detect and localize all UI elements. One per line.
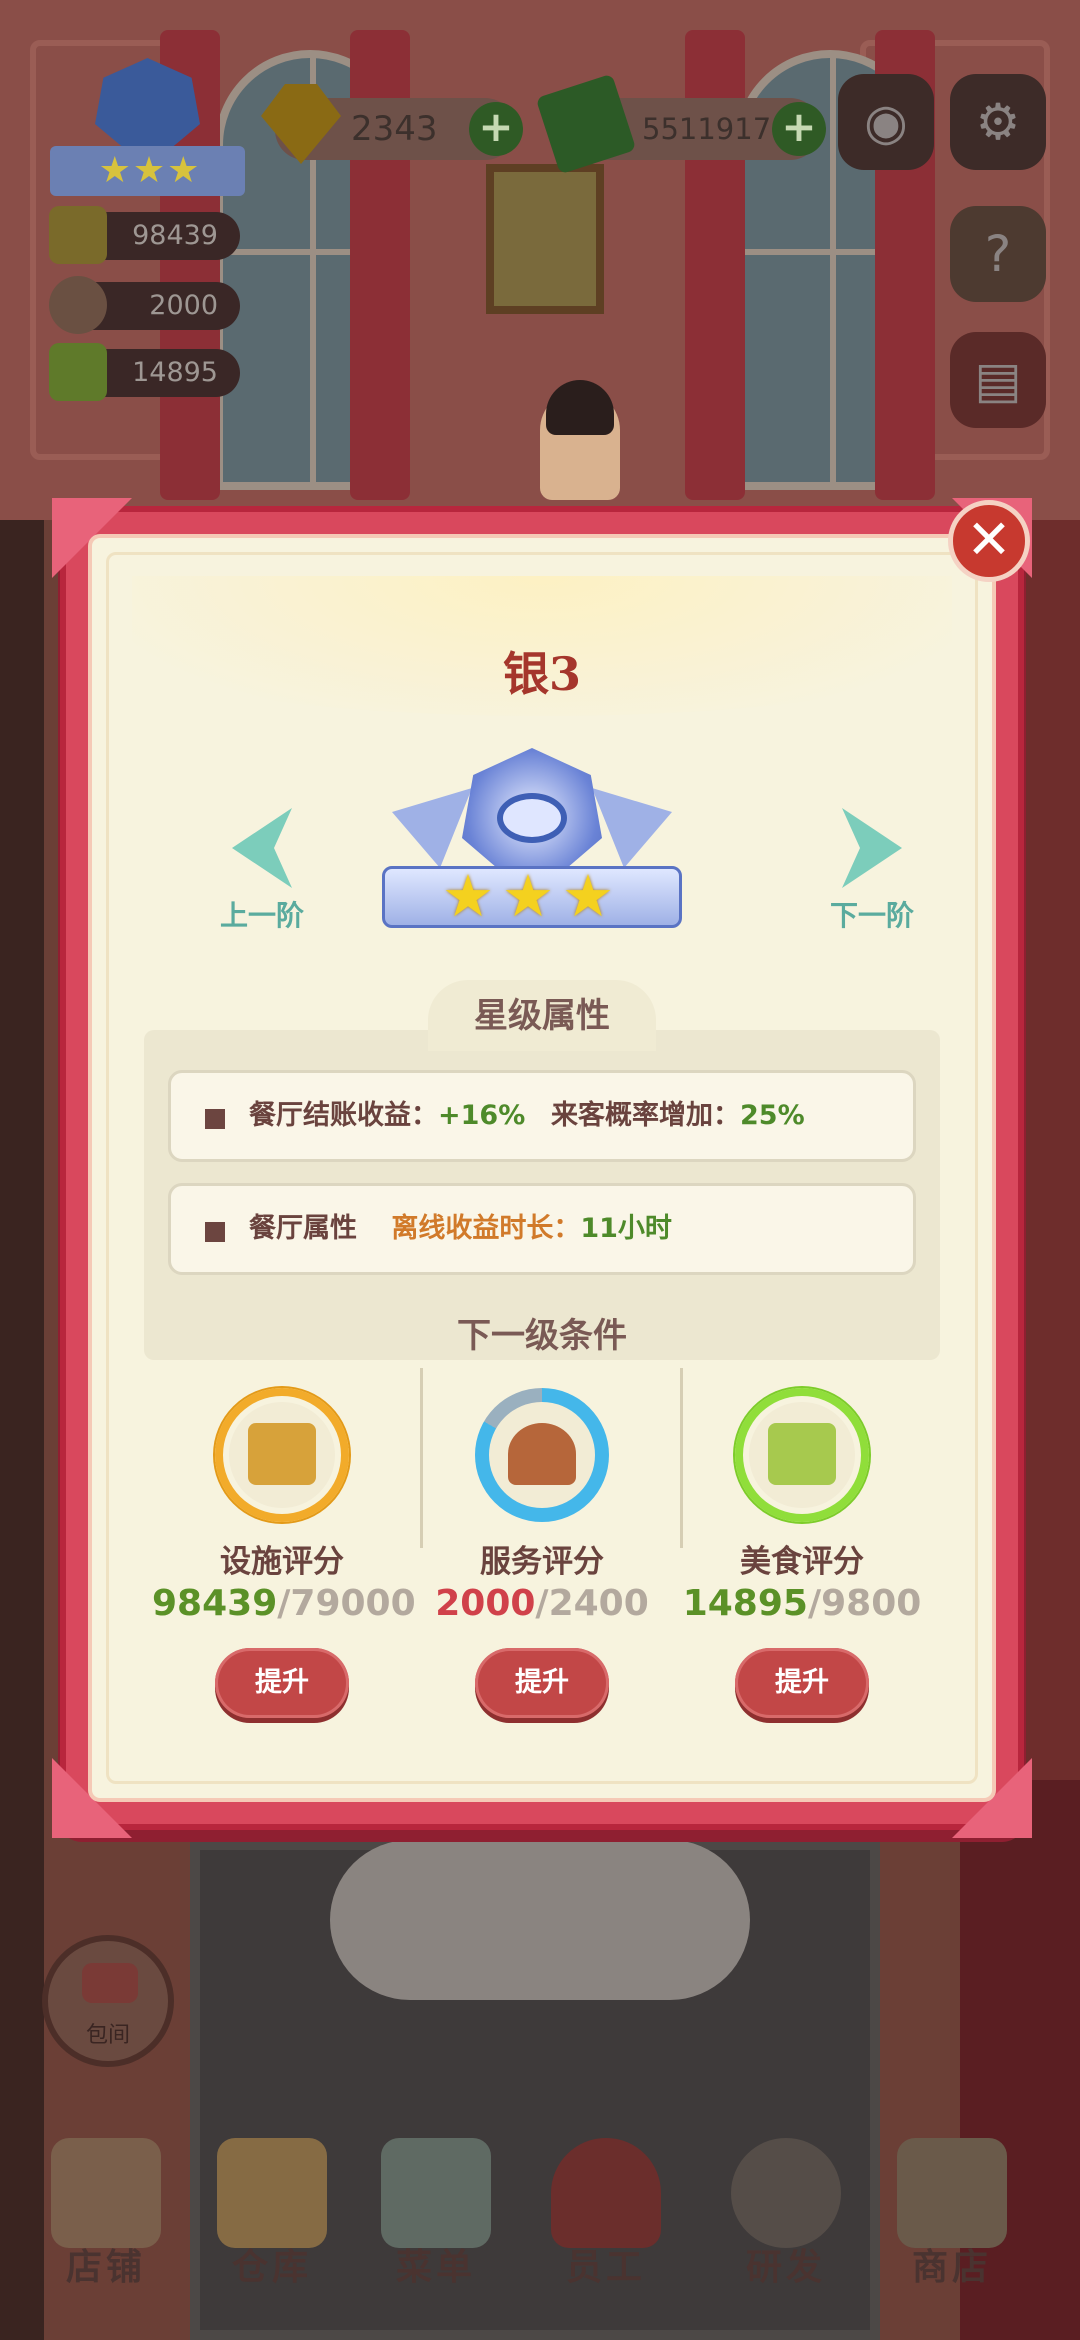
recipe-book-icon: ▤ <box>974 351 1022 409</box>
book-question-icon: ? <box>984 225 1012 283</box>
close-button[interactable]: ✕ <box>948 500 1030 582</box>
gear-icon: ⚙ <box>975 93 1021 151</box>
offline-duration-label: 离线收益时长： <box>391 1213 581 1244</box>
upgrade-facility-button[interactable]: 提升 <box>215 1648 349 1718</box>
chevron-left-icon <box>232 808 292 888</box>
recipe-book-button[interactable]: ▤ <box>950 332 1046 428</box>
facility-icon <box>49 206 107 264</box>
chef-icon <box>551 2138 661 2248</box>
storefront-icon <box>51 2138 161 2248</box>
customer-rate-label: 来客概率增加： <box>551 1100 740 1131</box>
food-score-pill: 14895 <box>49 343 240 401</box>
rank-details-dialog: 银3 上一阶 ★★★ 下一阶 星级属性 餐厅结账收益：+16% 来客概率增加：2… <box>52 498 1032 1838</box>
upgrade-service-button[interactable]: 提升 <box>475 1648 609 1718</box>
close-icon: ✕ <box>966 508 1012 571</box>
service-ring <box>475 1388 609 1522</box>
bullet-icon <box>205 1109 225 1129</box>
boxes-icon <box>217 2138 327 2248</box>
dining-table[interactable] <box>330 1840 750 2000</box>
rank-stars: ★★★ <box>98 150 202 191</box>
restaurant-attribute-label: 餐厅属性 <box>249 1213 357 1244</box>
nav-staff[interactable]: 员工 <box>526 2110 686 2310</box>
condition-progress: 14895/9800 <box>682 1583 922 1624</box>
spoon-icon <box>497 793 567 843</box>
gem-counter: 2343 + <box>261 84 523 164</box>
checkout-income-label: 餐厅结账收益： <box>249 1100 438 1131</box>
condition-name: 美食评分 <box>740 1544 864 1580</box>
clipboard-icon <box>381 2138 491 2248</box>
facility-ring <box>215 1388 349 1522</box>
facility-score-value: 98439 <box>132 220 218 251</box>
cash-value: 5511917 <box>642 112 772 146</box>
tier-stars: ★★★ <box>442 862 622 930</box>
condition-name: 服务评分 <box>480 1544 604 1580</box>
tier-badge: ★★★ <box>382 748 682 948</box>
nav-menu[interactable]: 菜单 <box>356 2110 516 2310</box>
nav-shop-front[interactable]: 店铺 <box>26 2110 186 2310</box>
service-score-value: 2000 <box>149 290 218 321</box>
wok-icon <box>731 2138 841 2248</box>
attribute-row: 餐厅结账收益：+16% 来客概率增加：25% <box>168 1070 916 1162</box>
nav-warehouse[interactable]: 仓库 <box>192 2110 352 2310</box>
condition-progress: 2000/2400 <box>435 1583 649 1624</box>
previous-tier-button[interactable]: 上一阶 <box>202 808 322 938</box>
next-tier-button[interactable]: 下一阶 <box>812 808 932 938</box>
facility-icon <box>248 1423 316 1485</box>
condition-progress: 98439/79000 <box>152 1583 416 1624</box>
cash-counter: 5511917 + <box>535 73 826 175</box>
checkout-income-value: +16% <box>438 1100 526 1131</box>
chevron-right-icon <box>842 808 902 888</box>
service-condition: 服务评分 2000/2400 提升 <box>412 1388 672 1718</box>
guide-button[interactable]: ? <box>950 206 1046 302</box>
restaurant-rank-badge[interactable]: ★★★ <box>50 58 245 198</box>
service-score-pill: 2000 <box>49 276 240 334</box>
facility-condition: 设施评分 98439/79000 提升 <box>152 1388 416 1718</box>
cookbook-icon <box>49 343 107 401</box>
bottom-navigation: 店铺 仓库 菜单 员工 研发 商店 <box>0 2110 1080 2340</box>
nav-label: 研发 <box>745 2247 826 2288</box>
customer-rate-value: 25% <box>740 1100 805 1131</box>
sofa-icon <box>82 1963 138 2003</box>
attributes-heading: 星级属性 <box>92 980 992 1051</box>
camera-icon: ◉ <box>864 93 908 151</box>
upgrade-food-button[interactable]: 提升 <box>735 1648 869 1718</box>
offline-duration-value: 11小时 <box>580 1213 672 1244</box>
rank-title: 银3 <box>502 647 581 701</box>
dialog-body: 银3 上一阶 ★★★ 下一阶 星级属性 餐厅结账收益：+16% 来客概率增加：2… <box>88 534 996 1802</box>
cloche-icon <box>508 1423 576 1485</box>
add-cash-button[interactable]: + <box>772 102 826 156</box>
add-gems-button[interactable]: + <box>469 102 523 156</box>
badge-wing <box>392 788 472 868</box>
condition-name: 设施评分 <box>220 1544 344 1580</box>
nav-store[interactable]: 商店 <box>872 2110 1032 2310</box>
private-room-button[interactable]: 包间 <box>42 1935 174 2067</box>
nav-label: 店铺 <box>65 2247 146 2288</box>
food-score-value: 14895 <box>132 357 218 388</box>
nav-label: 仓库 <box>231 2247 312 2288</box>
waitress-character[interactable] <box>540 380 620 500</box>
camera-button[interactable]: ◉ <box>838 74 934 170</box>
gem-value: 2343 <box>351 109 438 149</box>
badge-wing <box>592 788 672 868</box>
side-wall <box>1020 520 1080 1820</box>
cloche-icon <box>49 276 107 334</box>
food-condition: 美食评分 14895/9800 提升 <box>672 1388 932 1718</box>
pillar <box>0 520 44 2340</box>
store-icon <box>897 2138 1007 2248</box>
food-ring <box>735 1388 869 1522</box>
nav-research[interactable]: 研发 <box>706 2110 866 2310</box>
conditions-heading: 下一级条件 <box>457 1316 627 1356</box>
previous-tier-label: 上一阶 <box>219 899 304 932</box>
facility-score-pill: 98439 <box>49 206 240 264</box>
settings-button[interactable]: ⚙ <box>950 74 1046 170</box>
bullet-icon <box>205 1222 225 1242</box>
attribute-row: 餐厅属性 离线收益时长：11小时 <box>168 1183 916 1275</box>
nav-label: 员工 <box>565 2247 646 2288</box>
nav-label: 商店 <box>911 2247 992 2288</box>
sunflower-painting <box>486 164 604 314</box>
nav-label: 菜单 <box>395 2247 476 2288</box>
private-room-label: 包间 <box>85 2023 130 2048</box>
cookbook-icon <box>768 1423 836 1485</box>
next-tier-label: 下一阶 <box>829 899 914 932</box>
